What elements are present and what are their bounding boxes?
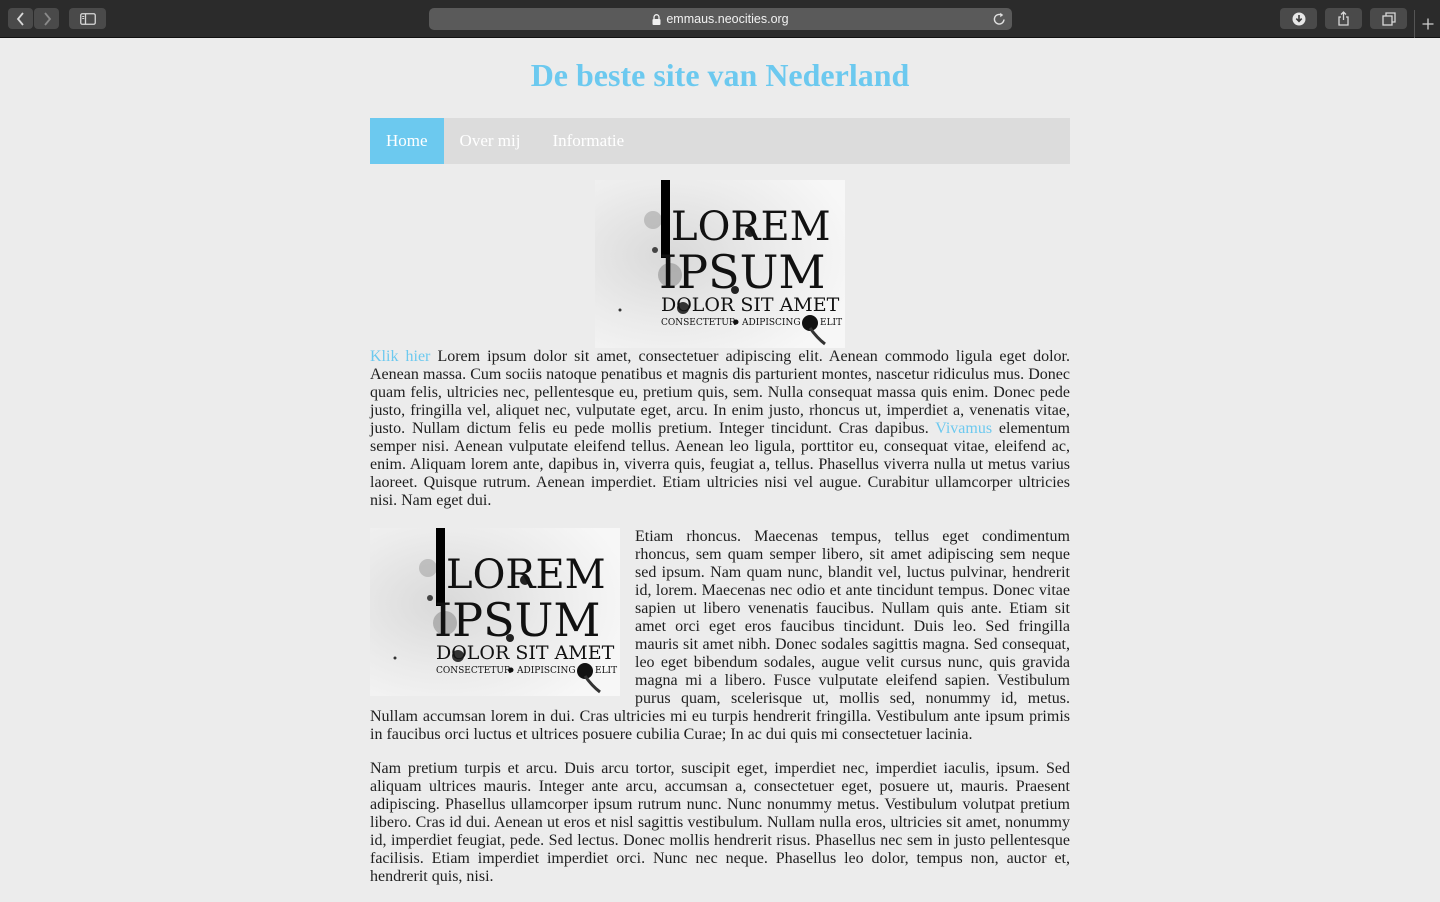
logo-text-adipiscing: ADIPISCING: [516, 666, 576, 676]
tabs-icon: [1381, 11, 1396, 26]
logo-text-consectetur: CONSECTETUR: [436, 666, 511, 676]
lock-icon: [652, 13, 661, 25]
browser-toolbar: emmaus.neocities.org: [0, 0, 1440, 38]
paragraph-1: Klik hier Lorem ipsum dolor sit amet, co…: [370, 348, 1070, 510]
logo-text-elit: ELIT: [820, 318, 842, 328]
logo-text-ipsum: IPSUM: [659, 245, 826, 299]
forward-icon: [43, 11, 51, 26]
logo-text-adipiscing: ADIPISCING: [741, 318, 801, 328]
sidebar-icon: [79, 12, 96, 25]
back-button[interactable]: [8, 8, 33, 29]
logo-text-dolor: DOLOR SIT AMET: [661, 294, 840, 316]
logo-text-lorem: LOREM: [446, 552, 606, 598]
paragraph-3: Nam pretium turpis et arcu. Duis arcu to…: [370, 760, 1070, 885]
lorem-ipsum-logo-float: LOREM IPSUM DOLOR SIT AMET CONSECTETUR A…: [370, 528, 620, 696]
sidebar-button[interactable]: [69, 8, 106, 29]
klik-hier-link[interactable]: Klik hier: [370, 348, 430, 365]
share-button[interactable]: [1325, 8, 1362, 29]
main-content: LOREM IPSUM DOLOR SIT AMET CONSECTETUR A…: [370, 180, 1070, 902]
download-button[interactable]: [1280, 8, 1317, 29]
forward-button[interactable]: [34, 8, 59, 29]
nav-item-home[interactable]: Home: [370, 118, 444, 164]
download-icon: [1292, 12, 1305, 25]
main-nav: Home Over mij Informatie: [370, 118, 1070, 164]
logo-text-ipsum: IPSUM: [434, 593, 601, 647]
address-bar[interactable]: emmaus.neocities.org: [429, 8, 1012, 30]
nav-item-over-mij[interactable]: Over mij: [444, 118, 537, 164]
logo-text-lorem: LOREM: [671, 204, 831, 250]
vivamus-link[interactable]: Vivamus: [935, 420, 992, 437]
site-title: De beste site van Nederland: [530, 57, 910, 93]
share-icon: [1338, 11, 1349, 26]
tabs-button[interactable]: [1370, 8, 1407, 29]
url-text: emmaus.neocities.org: [666, 12, 789, 26]
back-icon: [16, 11, 24, 26]
nav-item-informatie[interactable]: Informatie: [536, 118, 640, 164]
logo-text-dolor: DOLOR SIT AMET: [436, 642, 615, 664]
new-tab-button[interactable]: [1414, 10, 1440, 38]
logo-text-elit: ELIT: [595, 666, 617, 676]
lorem-ipsum-logo: LOREM IPSUM DOLOR SIT AMET CONSECTETUR A…: [595, 180, 845, 348]
reload-icon[interactable]: [993, 12, 1006, 29]
logo-text-consectetur: CONSECTETUR: [661, 318, 736, 328]
new-tab-icon: [1422, 18, 1434, 30]
